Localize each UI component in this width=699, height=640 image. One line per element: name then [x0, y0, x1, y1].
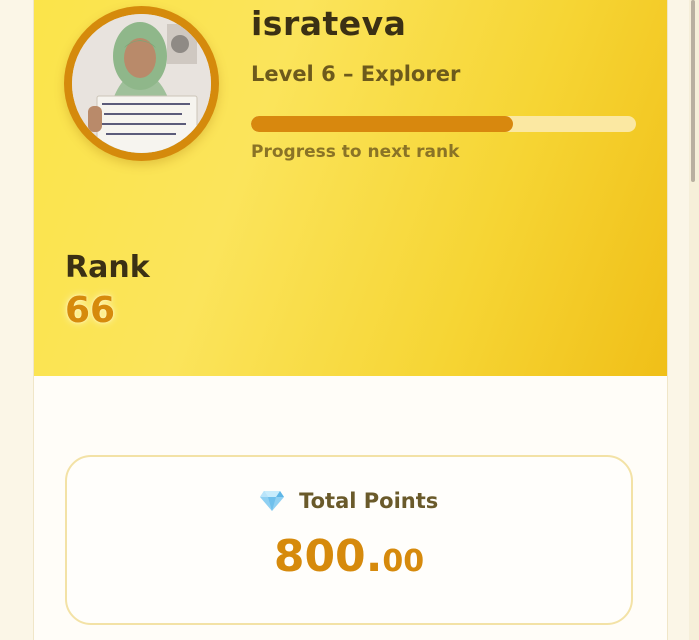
rank-progress-fill [251, 116, 513, 132]
level-label: Level 6 – Explorer [251, 62, 461, 86]
rank-value: 66 [65, 290, 116, 331]
progress-caption: Progress to next rank [251, 142, 460, 162]
avatar[interactable] [72, 14, 211, 153]
rank-progress-bar [251, 116, 636, 132]
total-points-value: 800.00 [67, 531, 631, 582]
points-decimal: 00 [382, 544, 425, 579]
total-points-heading: Total Points [67, 489, 631, 516]
rank-label: Rank [65, 250, 150, 285]
scrollbar[interactable] [689, 0, 699, 640]
avatar-frame [64, 6, 219, 161]
points-decimal-point: . [365, 531, 383, 582]
profile-card: israteva Level 6 – Explorer Progress to … [33, 0, 668, 640]
gem-icon [259, 491, 291, 516]
profile-screen: israteva Level 6 – Explorer Progress to … [0, 0, 699, 640]
total-points-card: Total Points 800.00 [65, 455, 633, 625]
scrollbar-thumb[interactable] [691, 0, 695, 182]
username: israteva [251, 4, 407, 43]
points-integer: 800 [273, 531, 366, 582]
profile-header: israteva Level 6 – Explorer Progress to … [34, 0, 667, 376]
profile-photo [72, 14, 211, 153]
total-points-label: Total Points [299, 489, 439, 513]
